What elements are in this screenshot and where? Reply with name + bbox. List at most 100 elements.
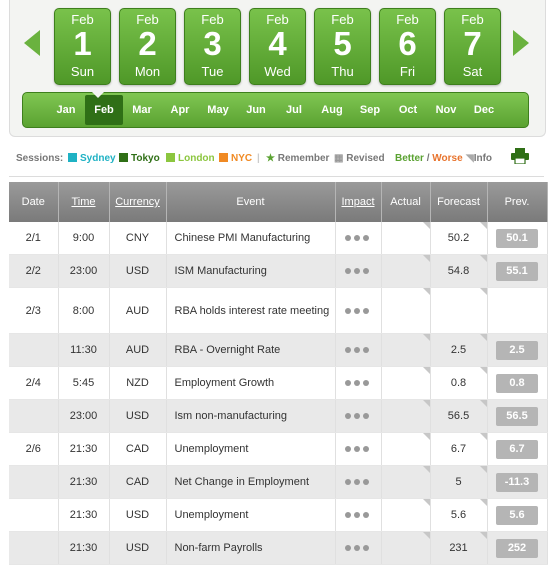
day-card[interactable]: Feb 7 Sat <box>444 8 501 85</box>
day-card[interactable]: Feb 4 Wed <box>249 8 306 85</box>
day-card[interactable]: Feb 2 Mon <box>119 8 176 85</box>
table-row[interactable]: 11:30 AUD RBA - Overnight Rate 2.5 2.5 <box>9 333 548 367</box>
cell-event[interactable]: Employment Growth <box>166 366 336 400</box>
cell-currency: NZD <box>109 366 167 400</box>
info-corner-icon[interactable] <box>479 255 487 262</box>
table-row[interactable]: 21:30 USD Non-farm Payrolls 231 252 <box>9 531 548 565</box>
selected-month-notch <box>92 92 104 98</box>
cell-prev: 252 <box>487 531 548 565</box>
month-oct[interactable]: Oct <box>389 93 427 127</box>
legend-nyc[interactable]: NYC <box>219 152 252 166</box>
info-corner-icon[interactable] <box>479 466 487 473</box>
info-corner-icon[interactable] <box>479 433 487 440</box>
day-weekday: Sun <box>70 64 95 79</box>
cell-actual <box>381 287 431 334</box>
cell-event[interactable]: Ism non-manufacturing <box>166 399 336 433</box>
cell-actual <box>381 531 431 565</box>
cell-event[interactable]: Net Change in Employment <box>166 465 336 499</box>
prev-badge: 55.1 <box>496 261 538 281</box>
info-corner-icon[interactable] <box>422 255 430 262</box>
table-row[interactable]: 2/3 8:00 AUD RBA holds interest rate meetin… <box>9 287 548 334</box>
info-icon: ◥ <box>466 153 474 164</box>
economic-calendar-table: Date Time Currency Event Impact Actual F… <box>9 182 548 565</box>
month-nov[interactable]: Nov <box>427 93 465 127</box>
print-icon[interactable] <box>511 148 529 164</box>
next-week-arrow-icon[interactable] <box>513 30 529 56</box>
month-jan[interactable]: Jan <box>47 93 85 127</box>
month-mar[interactable]: Mar <box>123 93 161 127</box>
legend-remember[interactable]: ★ Remember <box>266 152 329 166</box>
info-corner-icon[interactable] <box>422 334 430 341</box>
day-card[interactable]: Feb 3 Tue <box>184 8 241 85</box>
info-corner-icon[interactable] <box>422 367 430 374</box>
info-corner-icon[interactable] <box>422 532 430 539</box>
table-row[interactable]: 2/1 9:00 CNY Chinese PMI Manufacturing 50.2 5… <box>9 222 548 255</box>
info-corner-icon[interactable] <box>479 367 487 374</box>
info-corner-icon[interactable] <box>479 499 487 506</box>
cell-event[interactable]: RBA - Overnight Rate <box>166 333 336 367</box>
cell-event[interactable]: Chinese PMI Manufacturing <box>166 222 336 255</box>
cell-time: 21:30 <box>58 432 110 466</box>
day-card[interactable]: Feb 6 Fri <box>379 8 436 85</box>
table-row[interactable]: 2/6 21:30 CAD Unemployment 6.7 6.7 <box>9 432 548 466</box>
impact-dots-icon <box>344 443 372 455</box>
table-row[interactable]: 21:30 CAD Net Change in Employment 5 -11.3 <box>9 465 548 499</box>
sydney-swatch-icon <box>68 153 77 162</box>
info-corner-icon[interactable] <box>479 400 487 407</box>
cell-event[interactable]: Unemployment <box>166 432 336 466</box>
cell-currency: USD <box>109 399 167 433</box>
day-weekday: Thu <box>331 64 354 79</box>
cell-forecast: 56.5 <box>430 399 488 433</box>
col-impact-sort[interactable]: Impact <box>335 182 382 222</box>
info-corner-icon[interactable] <box>422 466 430 473</box>
month-jun[interactable]: Jun <box>237 93 275 127</box>
info-corner-icon[interactable] <box>422 222 430 229</box>
info-corner-icon[interactable] <box>422 400 430 407</box>
legend-tokyo[interactable]: Tokyo <box>119 152 160 166</box>
legend-london[interactable]: London <box>166 152 215 166</box>
forecast-value: 5.6 <box>450 509 467 521</box>
previous-week-arrow-icon[interactable] <box>24 30 40 56</box>
info-corner-icon[interactable] <box>422 433 430 440</box>
table-row[interactable]: 21:30 USD Unemployment 5.6 5.6 <box>9 498 548 532</box>
month-sep[interactable]: Sep <box>351 93 389 127</box>
info-corner-icon[interactable] <box>479 288 487 295</box>
col-time-sort[interactable]: Time <box>58 182 110 222</box>
month-may[interactable]: May <box>199 93 237 127</box>
star-icon: ★ <box>266 153 275 164</box>
table-row[interactable]: 23:00 USD Ism non-manufacturing 56.5 56.5 <box>9 399 548 433</box>
col-currency-sort[interactable]: Currency <box>109 182 167 222</box>
month-feb[interactable]: Feb <box>85 95 123 125</box>
cell-impact <box>335 366 382 400</box>
cell-prev: 56.5 <box>487 399 548 433</box>
table-row[interactable]: 2/2 23:00 USD ISM Manufacturing 54.8 55.1 <box>9 254 548 288</box>
info-corner-icon[interactable] <box>479 222 487 229</box>
month-jul[interactable]: Jul <box>275 93 313 127</box>
legend-sydney[interactable]: Sydney <box>68 152 116 166</box>
impact-dots-icon <box>344 542 372 554</box>
legend-info[interactable]: ◥Info <box>466 152 492 166</box>
col-forecast: Forecast <box>430 182 488 222</box>
impact-dots-icon <box>344 476 372 488</box>
day-card[interactable]: Feb 5 Thu <box>314 8 371 85</box>
info-corner-icon[interactable] <box>479 532 487 539</box>
nyc-swatch-icon <box>219 153 228 162</box>
month-dec[interactable]: Dec <box>465 93 503 127</box>
col-prev: Prev. <box>487 182 548 222</box>
revised-icon: ▦ <box>334 153 344 164</box>
day-card[interactable]: Feb 1 Sun <box>54 8 111 85</box>
cell-date: 2/3 <box>9 287 59 334</box>
info-corner-icon[interactable] <box>479 334 487 341</box>
cell-event[interactable]: Unemployment <box>166 498 336 532</box>
info-corner-icon[interactable] <box>422 499 430 506</box>
cell-event[interactable]: RBA holds interest rate meeting <box>166 287 336 334</box>
month-apr[interactable]: Apr <box>161 93 199 127</box>
cell-event[interactable]: ISM Manufacturing <box>166 254 336 288</box>
table-row[interactable]: 2/4 5:45 NZD Employment Growth 0.8 0.8 <box>9 366 548 400</box>
legend-revised[interactable]: ▦ Revised <box>334 152 385 166</box>
info-corner-icon[interactable] <box>422 288 430 295</box>
cell-date <box>9 465 59 499</box>
cell-prev: 2.5 <box>487 333 548 367</box>
month-aug[interactable]: Aug <box>313 93 351 127</box>
cell-event[interactable]: Non-farm Payrolls <box>166 531 336 565</box>
